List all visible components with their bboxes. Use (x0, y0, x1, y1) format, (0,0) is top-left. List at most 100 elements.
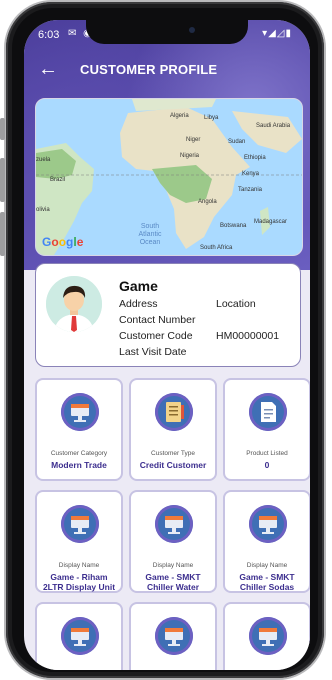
phone-mute-switch (0, 118, 5, 140)
tile-product-listed[interactable]: Product Listed 0 (223, 378, 310, 481)
location-label: Location (216, 298, 256, 310)
display-icon (155, 617, 193, 655)
tile-label: Display Name (58, 562, 100, 569)
map-label-ethiopia: Ethiopia (244, 155, 266, 161)
notebook-icon (155, 393, 193, 431)
tile-label: Product Listed (246, 450, 288, 457)
display-icon-graphic (165, 516, 183, 534)
icon-page (166, 402, 181, 422)
avatar-tie (71, 316, 77, 332)
map-label-brazil: Brazil (50, 177, 66, 183)
icon-line-3 (264, 417, 270, 419)
map-label-nigeria: Nigeria (180, 153, 200, 159)
signal-battery-icons: ▾◢◿▮ (262, 28, 292, 39)
icon-screen-top (259, 628, 277, 632)
camera-icon (189, 27, 195, 33)
icon-stand (78, 528, 82, 532)
icon-stand (266, 640, 270, 644)
tile-label: Display Name (246, 562, 288, 569)
customer-code-label: Customer Code (119, 330, 193, 342)
icon-screen-top (259, 516, 277, 520)
map-label-libya: Libya (204, 115, 219, 121)
icon-base (74, 532, 86, 534)
map-land-arabia (232, 111, 302, 153)
avatar-illustration (46, 276, 102, 332)
last-visit-date-label: Last Visit Date (119, 346, 187, 358)
tile-display-chiller-water[interactable]: Display Name Game - SMKT Chiller Water (129, 490, 217, 593)
monitor-icon-graphic (71, 404, 89, 422)
phone-volume-down (0, 212, 5, 256)
tile-customer-type[interactable]: Customer Type Credit Customer (129, 378, 217, 481)
avatar (46, 276, 102, 332)
customer-name: Game (119, 278, 158, 294)
icon-line-1 (264, 409, 273, 411)
icon-stand (172, 640, 176, 644)
icon-line-2 (169, 410, 178, 412)
icon-line-2 (264, 413, 273, 415)
document-icon-graphic (261, 402, 276, 422)
arrow-left-icon[interactable]: ← (38, 58, 58, 81)
customer-code-value: HM00000001 (216, 330, 280, 342)
icon-line-3 (169, 414, 178, 416)
icon-screen-top (71, 404, 89, 408)
tile-display-extra[interactable] (223, 602, 310, 670)
ocean-label-line-3: Ocean (139, 239, 161, 246)
tile-display-chiller-sodas[interactable]: Display Name Game - SMKT Chiller Sodas (223, 490, 310, 593)
map-label-angola: Angola (198, 199, 217, 205)
tile-customer-category[interactable]: Customer Category Modern Trade (35, 378, 123, 481)
icon-stand (78, 640, 82, 644)
icon-base (262, 644, 274, 646)
page-title: CUSTOMER PROFILE (80, 62, 218, 77)
display-icon (61, 505, 99, 543)
tile-display-extra[interactable] (35, 602, 123, 670)
icon-base (74, 420, 86, 422)
icon-screen-top (165, 628, 183, 632)
display-icon-graphic (71, 516, 89, 534)
ocean-label-line-1: South (140, 223, 160, 230)
document-icon (249, 393, 287, 431)
icon-stand (266, 528, 270, 532)
map-label-bolivia: olivia (36, 207, 50, 213)
monitor-icon (61, 393, 99, 431)
tile-display-extra[interactable] (129, 602, 217, 670)
map-label-saudi-arabia: Saudi Arabia (256, 123, 291, 129)
tile-value: Game - Riham 2LTR Display Unit (42, 572, 116, 592)
icon-base (168, 532, 180, 534)
address-label: Address (119, 298, 158, 310)
icon-screen-top (165, 516, 183, 520)
google-logo: Google (42, 235, 84, 249)
phone-volume-up (0, 158, 5, 202)
map-label-sudan: Sudan (228, 139, 246, 145)
map-label-madagascar: Madagascar (254, 219, 288, 225)
display-icon (249, 505, 287, 543)
icon-base (262, 532, 274, 534)
map-label-venezuela: zuela (36, 157, 51, 163)
tile-value: 0 (264, 460, 270, 470)
tile-display-unit[interactable]: Display Name Game - Riham 2LTR Display U… (35, 490, 123, 593)
map-label-tanzania: Tanzania (238, 187, 263, 193)
contact-number-label: Contact Number (119, 314, 196, 326)
icon-base (74, 644, 86, 646)
notebook-icon-graphic (166, 402, 184, 422)
map-label-niger: Niger (186, 137, 201, 143)
icon-screen-top (71, 628, 89, 632)
map-label-kenya: Kenya (242, 171, 260, 177)
icon-screen-top (71, 516, 89, 520)
ocean-label-line-2: Atlantic (138, 231, 162, 238)
display-icon-graphic (165, 628, 183, 646)
location-map[interactable]: Algeria Libya Saudi Arabia Niger Sudan N… (35, 98, 303, 256)
tile-label: Display Name (152, 562, 194, 569)
map-label-south-africa: South Africa (200, 245, 233, 251)
app-bar: ← CUSTOMER PROFILE (24, 56, 310, 86)
display-icon (155, 505, 193, 543)
tile-value: Game - SMKT Chiller Sodas (239, 572, 295, 592)
icon-line-1 (169, 406, 178, 408)
icon-pencil (181, 405, 184, 419)
icon-base (168, 644, 180, 646)
icon-stand (78, 416, 82, 420)
map-ocean-label: South Atlantic Ocean (128, 223, 172, 247)
icon-document (261, 402, 276, 422)
map-label-algeria: Algeria (170, 113, 189, 119)
display-icon-graphic (71, 628, 89, 646)
tile-label: Customer Type (151, 450, 195, 457)
